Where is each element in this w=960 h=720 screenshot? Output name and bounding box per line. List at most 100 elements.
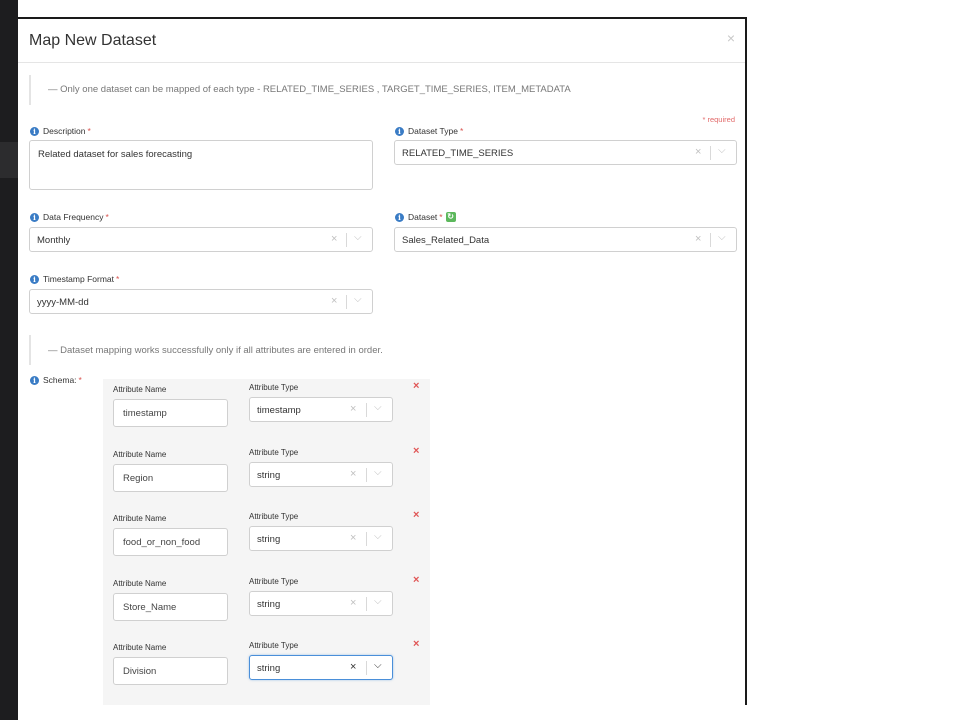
attribute-name-header: Attribute Name xyxy=(113,449,167,459)
dataset-value: Sales_Related_Data xyxy=(402,235,490,246)
remove-attribute-icon[interactable]: × xyxy=(413,509,419,521)
info-icon: i xyxy=(30,274,39,284)
chevron-down-icon[interactable]: ⌵ xyxy=(374,660,382,671)
dataset-label-text: Dataset xyxy=(408,212,438,222)
chevron-down-icon[interactable]: ⌵ xyxy=(374,596,382,607)
clear-icon[interactable]: × xyxy=(350,468,356,480)
remove-attribute-icon[interactable]: × xyxy=(413,574,419,586)
remove-attribute-icon[interactable]: × xyxy=(413,638,419,650)
page-background-strip xyxy=(0,142,18,178)
attribute-type-header: Attribute Type xyxy=(249,447,299,457)
attribute-type-header: Attribute Type xyxy=(249,383,299,392)
dataset-type-value: RELATED_TIME_SERIES xyxy=(402,148,514,159)
data-frequency-label-text: Data Frequency xyxy=(43,212,104,222)
data-frequency-label: i Data Frequency * xyxy=(30,212,109,222)
clear-icon[interactable]: × xyxy=(695,233,701,245)
attribute-name-input[interactable]: Store_Name xyxy=(113,592,228,621)
schema-label: i Schema: * xyxy=(30,375,82,385)
clear-icon[interactable]: × xyxy=(350,597,356,609)
select-separator xyxy=(366,661,367,675)
info-icon: i xyxy=(30,375,39,385)
required-note: * required xyxy=(702,115,735,124)
select-separator xyxy=(366,467,367,482)
schema-panel: Attribute Name Attribute Type × timestamp ti… xyxy=(103,379,430,705)
chevron-down-icon[interactable]: ⌵ xyxy=(718,145,726,156)
description-value: Related dataset for sales forecasting xyxy=(38,149,193,160)
dataset-type-note-text: — Only one dataset can be mapped of each… xyxy=(48,84,571,95)
required-asterisk: * xyxy=(78,375,82,385)
modal-header: Map New Dataset × xyxy=(18,19,745,63)
attribute-type-header: Attribute Type xyxy=(249,641,299,650)
attribute-name-value: Region xyxy=(123,472,154,484)
attribute-type-value: string xyxy=(257,534,281,545)
description-label-text: Description xyxy=(43,126,86,136)
required-asterisk: * xyxy=(116,274,120,284)
attribute-type-header: Attribute Type xyxy=(249,576,299,586)
required-asterisk: * xyxy=(439,212,443,222)
attribute-name-value: food_or_non_food xyxy=(123,537,201,548)
attribute-type-select[interactable]: string × ⌵ xyxy=(249,655,393,680)
select-separator xyxy=(710,146,711,160)
clear-icon[interactable]: × xyxy=(350,661,356,673)
select-separator xyxy=(366,403,367,417)
attribute-type-select[interactable]: timestamp × ⌵ xyxy=(249,397,393,422)
clear-icon[interactable]: × xyxy=(331,233,337,245)
attribute-type-header: Attribute Type xyxy=(249,512,299,521)
attribute-type-value: timestamp xyxy=(257,405,301,416)
attribute-type-value: string xyxy=(257,663,281,674)
clear-icon[interactable]: × xyxy=(350,532,356,544)
attribute-name-header: Attribute Name xyxy=(113,514,167,523)
dataset-type-note: — Only one dataset can be mapped of each… xyxy=(29,75,571,105)
info-icon: i xyxy=(395,212,404,222)
data-frequency-select[interactable]: Monthly × ⌵ xyxy=(29,227,373,252)
info-icon: i xyxy=(395,126,404,136)
close-button[interactable]: × xyxy=(727,30,735,46)
attribute-name-input[interactable]: Region xyxy=(113,463,228,492)
chevron-down-icon[interactable]: ⌵ xyxy=(718,232,726,243)
dataset-type-label: i Dataset Type * xyxy=(395,126,463,136)
refresh-icon[interactable]: ↻ xyxy=(445,212,456,222)
dataset-type-select[interactable]: RELATED_TIME_SERIES × ⌵ xyxy=(394,140,737,165)
chevron-down-icon[interactable]: ⌵ xyxy=(374,467,382,478)
attribute-name-input[interactable]: timestamp xyxy=(113,399,228,427)
schema-order-note-text: — Dataset mapping works successfully onl… xyxy=(48,345,383,356)
remove-attribute-icon[interactable]: × xyxy=(413,445,419,457)
attribute-type-select[interactable]: string × ⌵ xyxy=(249,590,393,616)
dataset-label: i Dataset * ↻ xyxy=(395,212,456,222)
info-icon: i xyxy=(30,126,39,136)
attribute-name-value: Store_Name xyxy=(123,601,177,613)
attribute-type-select[interactable]: string × ⌵ xyxy=(249,461,393,487)
attribute-name-input[interactable]: food_or_non_food xyxy=(113,528,228,556)
timestamp-format-label-text: Timestamp Format xyxy=(43,274,115,284)
required-asterisk: * xyxy=(87,126,91,136)
schema-label-text: Schema: xyxy=(43,375,77,385)
timestamp-format-value: yyyy-MM-dd xyxy=(37,297,89,308)
remove-attribute-icon[interactable]: × xyxy=(413,380,419,392)
clear-icon[interactable]: × xyxy=(695,146,701,158)
select-separator xyxy=(346,295,347,309)
timestamp-format-select[interactable]: yyyy-MM-dd × ⌵ xyxy=(29,289,373,314)
select-separator xyxy=(710,233,711,247)
required-asterisk: * xyxy=(459,126,464,136)
chevron-down-icon[interactable]: ⌵ xyxy=(374,402,382,413)
attribute-name-header: Attribute Name xyxy=(113,643,167,652)
attribute-name-value: timestamp xyxy=(123,408,167,419)
attribute-type-value: string xyxy=(257,469,281,481)
attribute-name-input[interactable]: Division xyxy=(113,657,228,685)
chevron-down-icon[interactable]: ⌵ xyxy=(354,232,362,243)
chevron-down-icon[interactable]: ⌵ xyxy=(354,294,362,305)
modal-title: Map New Dataset xyxy=(29,32,157,49)
description-textarea[interactable]: Related dataset for sales forecasting xyxy=(29,140,373,190)
attribute-type-select[interactable]: string × ⌵ xyxy=(249,526,393,551)
select-separator xyxy=(366,596,367,611)
dataset-select[interactable]: Sales_Related_Data × ⌵ xyxy=(394,227,737,252)
clear-icon[interactable]: × xyxy=(350,403,356,415)
attribute-name-header: Attribute Name xyxy=(113,578,167,588)
dataset-type-label-text: Dataset Type xyxy=(408,126,458,136)
data-frequency-value: Monthly xyxy=(37,235,71,246)
clear-icon[interactable]: × xyxy=(331,295,337,307)
chevron-down-icon[interactable]: ⌵ xyxy=(374,531,382,542)
select-separator xyxy=(366,532,367,546)
select-separator xyxy=(346,233,347,247)
schema-order-note: — Dataset mapping works successfully onl… xyxy=(29,335,383,365)
